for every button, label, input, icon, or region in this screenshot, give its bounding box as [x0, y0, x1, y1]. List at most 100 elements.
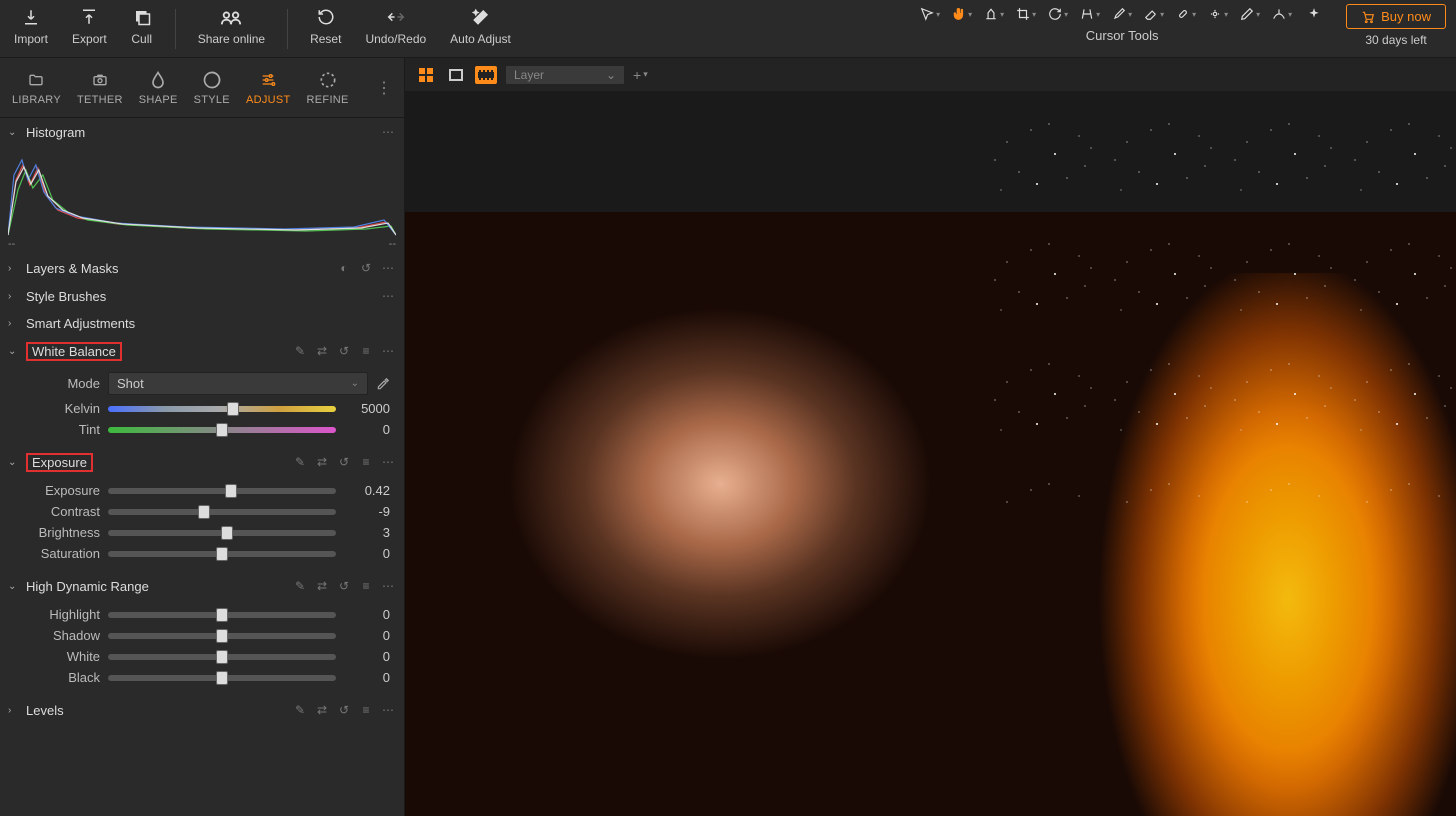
- heal-tool[interactable]: ▾: [1174, 4, 1198, 24]
- style-brushes-header[interactable]: › Style Brushes ⋯: [0, 282, 404, 310]
- eyedropper-icon[interactable]: [376, 377, 396, 391]
- link-icon[interactable]: ⇄: [314, 343, 330, 359]
- reset-icon[interactable]: ↺: [336, 343, 352, 359]
- import-label: Import: [14, 32, 48, 46]
- exposure-header[interactable]: ⌄ Exposure ✎ ⇄ ↺ ≡ ⋯: [0, 448, 404, 476]
- edit-icon[interactable]: ✎: [292, 578, 308, 594]
- picker-tool[interactable]: ▾: [982, 4, 1006, 24]
- tint-slider[interactable]: [108, 427, 336, 433]
- grid-view-button[interactable]: [415, 66, 437, 84]
- pointer-tool[interactable]: ▾: [918, 4, 942, 24]
- more-icon[interactable]: ⋯: [380, 454, 396, 470]
- layer-select[interactable]: Layer ⌄: [505, 65, 625, 85]
- shape-icon: [146, 70, 170, 90]
- tab-tether[interactable]: TETHER: [69, 64, 131, 112]
- reset-icon[interactable]: ↺: [336, 578, 352, 594]
- preview-image-particles: [983, 106, 1456, 504]
- smart-adjustments-header[interactable]: › Smart Adjustments: [0, 310, 404, 337]
- edit-icon[interactable]: ✎: [292, 702, 308, 718]
- top-toolbar: Import Export Cull Share online Reset Un…: [0, 0, 1456, 58]
- buy-now-button[interactable]: Buy now: [1346, 4, 1446, 29]
- edit-icon[interactable]: ✎: [292, 454, 308, 470]
- more-icon[interactable]: ⋯: [380, 124, 396, 140]
- clone-tool[interactable]: ▾: [1206, 4, 1230, 24]
- saturation-slider[interactable]: [108, 551, 336, 557]
- share-icon: [220, 6, 242, 28]
- white-slider[interactable]: [108, 654, 336, 660]
- layers-masks-header[interactable]: › Layers & Masks ◐ ↺ ⋯: [0, 254, 404, 282]
- reset-icon: [315, 6, 337, 28]
- menu-icon[interactable]: ≡: [358, 343, 374, 359]
- mask-icon[interactable]: ◐: [336, 260, 352, 276]
- contrast-slider[interactable]: [108, 509, 336, 515]
- keystone-tool[interactable]: ▾: [1078, 4, 1102, 24]
- histogram-footer: -- --: [0, 238, 404, 254]
- hdr-body: Highlight 0 Shadow 0 White 0 Black: [0, 600, 404, 696]
- image-viewport[interactable]: [405, 92, 1456, 816]
- pen-tool[interactable]: ▾: [1238, 4, 1262, 24]
- chevron-down-icon: ⌄: [8, 127, 20, 138]
- hdr-header[interactable]: ⌄ High Dynamic Range ✎ ⇄ ↺ ≡ ⋯: [0, 572, 404, 600]
- import-button[interactable]: Import: [10, 4, 52, 48]
- tab-shape[interactable]: SHAPE: [131, 64, 186, 112]
- black-slider[interactable]: [108, 675, 336, 681]
- more-icon[interactable]: ⋯: [380, 702, 396, 718]
- share-button[interactable]: Share online: [194, 4, 269, 48]
- chevron-right-icon: ›: [8, 318, 20, 329]
- tabs-more-button[interactable]: ⋮: [368, 78, 400, 98]
- erase-tool[interactable]: ▾: [1142, 4, 1166, 24]
- tab-library[interactable]: LIBRARY: [4, 64, 69, 112]
- exposure-slider[interactable]: [108, 488, 336, 494]
- auto-adjust-label: Auto Adjust: [450, 32, 511, 46]
- tab-adjust[interactable]: ADJUST: [238, 64, 299, 112]
- link-icon[interactable]: ⇄: [314, 578, 330, 594]
- highlight-value: 0: [344, 607, 396, 622]
- draw-tool[interactable]: ▾: [1270, 4, 1294, 24]
- white-balance-body: Mode Shot ⌄ Kelvin 5000: [0, 365, 404, 448]
- shadow-value: 0: [344, 628, 396, 643]
- film-view-button[interactable]: [475, 66, 497, 84]
- wand-icon: [470, 6, 492, 28]
- wb-mode-select[interactable]: Shot ⌄: [108, 372, 368, 395]
- undo-redo-icon: [385, 6, 407, 28]
- crop-tool[interactable]: ▾: [1014, 4, 1038, 24]
- chevron-down-icon: ⌄: [8, 346, 20, 357]
- export-label: Export: [72, 32, 107, 46]
- reset-button[interactable]: Reset: [306, 4, 345, 48]
- canvas-area: Layer ⌄ +▾: [405, 58, 1456, 816]
- add-layer-button[interactable]: +▾: [633, 67, 648, 83]
- white-balance-header[interactable]: ⌄ White Balance ✎ ⇄ ↺ ≡ ⋯: [0, 337, 404, 365]
- highlight-slider[interactable]: [108, 612, 336, 618]
- shadow-slider[interactable]: [108, 633, 336, 639]
- kelvin-slider[interactable]: [108, 406, 336, 412]
- more-icon[interactable]: ⋯: [380, 260, 396, 276]
- brightness-slider[interactable]: [108, 530, 336, 536]
- more-icon[interactable]: ⋯: [380, 288, 396, 304]
- cart-icon: [1361, 10, 1375, 24]
- auto-adjust-button[interactable]: Auto Adjust: [446, 4, 515, 48]
- cull-button[interactable]: Cull: [127, 4, 157, 48]
- link-icon[interactable]: ⇄: [314, 702, 330, 718]
- tab-refine[interactable]: REFINE: [299, 64, 357, 112]
- more-icon[interactable]: ⋯: [380, 578, 396, 594]
- reset-icon[interactable]: ↺: [358, 260, 374, 276]
- single-view-button[interactable]: [445, 66, 467, 84]
- undo-redo-button[interactable]: Undo/Redo: [361, 4, 430, 48]
- brush-tool[interactable]: ▾: [1110, 4, 1134, 24]
- export-button[interactable]: Export: [68, 4, 111, 48]
- edit-icon[interactable]: ✎: [292, 343, 308, 359]
- tab-style[interactable]: STYLE: [186, 64, 238, 112]
- more-icon[interactable]: ⋯: [380, 343, 396, 359]
- levels-header[interactable]: › Levels ✎ ⇄ ↺ ≡ ⋯: [0, 696, 404, 724]
- rotate-tool[interactable]: ▾: [1046, 4, 1070, 24]
- menu-icon[interactable]: ≡: [358, 578, 374, 594]
- histogram-chart: [0, 146, 404, 238]
- histogram-header[interactable]: ⌄ Histogram ⋯: [0, 118, 404, 146]
- sparkle-tool[interactable]: [1302, 4, 1326, 24]
- reset-icon[interactable]: ↺: [336, 702, 352, 718]
- menu-icon[interactable]: ≡: [358, 702, 374, 718]
- link-icon[interactable]: ⇄: [314, 454, 330, 470]
- reset-icon[interactable]: ↺: [336, 454, 352, 470]
- hand-tool[interactable]: ▾: [950, 4, 974, 24]
- menu-icon[interactable]: ≡: [358, 454, 374, 470]
